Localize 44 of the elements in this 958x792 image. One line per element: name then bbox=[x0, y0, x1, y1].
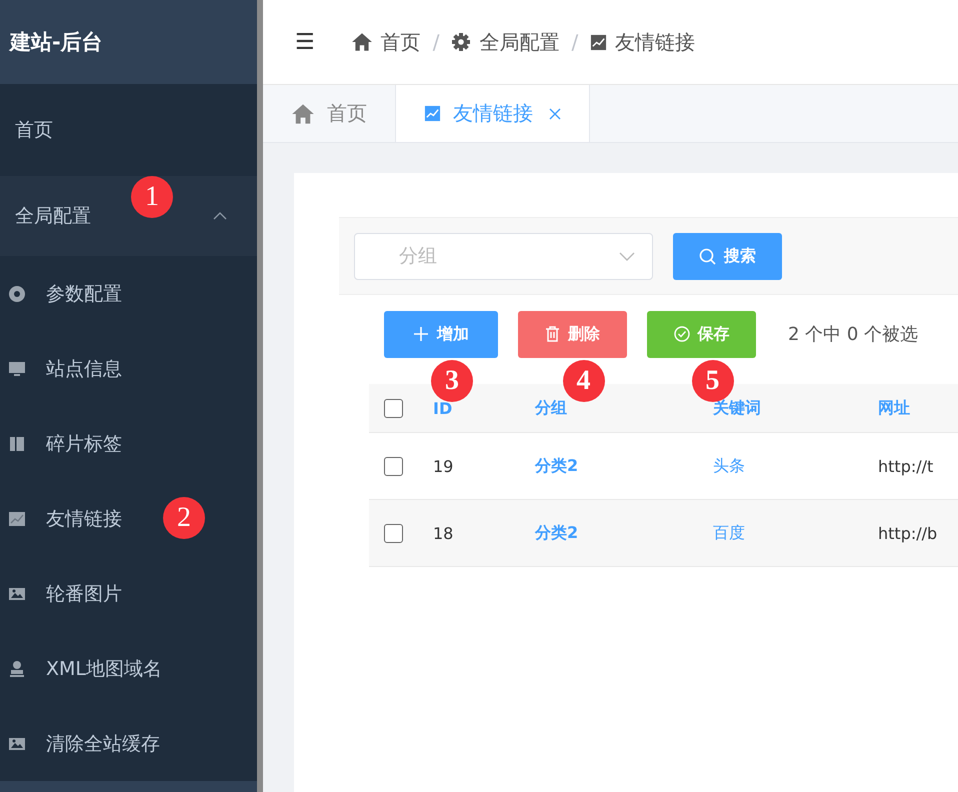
breadcrumb-item[interactable]: 友情链接 bbox=[615, 28, 696, 56]
tab-label: 首页 bbox=[327, 100, 367, 127]
chart-icon bbox=[424, 105, 441, 122]
breadcrumb-item[interactable]: 全局配置 bbox=[479, 28, 560, 56]
menu-icon[interactable]: ☰ bbox=[295, 30, 315, 54]
table-cell-text: http://b bbox=[878, 524, 938, 542]
table-cell-text: 19 bbox=[433, 456, 454, 476]
group-select[interactable]: 分组 bbox=[354, 232, 653, 280]
book-icon bbox=[8, 434, 26, 452]
table-cell-text: 分类2 bbox=[535, 456, 580, 476]
select-all-checkbox[interactable] bbox=[384, 398, 403, 418]
caret-icon bbox=[213, 211, 227, 221]
row-checkbox[interactable] bbox=[384, 456, 403, 476]
chart-icon bbox=[8, 510, 26, 528]
step-marker: 4 bbox=[562, 360, 604, 402]
search-icon bbox=[699, 248, 716, 264]
table-cell-text: 分类2 bbox=[535, 522, 580, 544]
user-icon bbox=[8, 660, 26, 678]
check-circle-icon bbox=[674, 326, 690, 342]
trash-icon bbox=[545, 326, 560, 342]
table-cell-text: 百度 bbox=[713, 522, 746, 544]
table-cell-text: http://t bbox=[878, 456, 934, 476]
breadcrumb-separator: / bbox=[432, 30, 440, 54]
close-icon[interactable] bbox=[549, 108, 561, 120]
table-cell-text: 头条 bbox=[713, 456, 746, 476]
app-title: 建站-后台 bbox=[10, 29, 103, 56]
home-icon bbox=[350, 31, 373, 53]
row-checkbox[interactable] bbox=[384, 524, 403, 542]
selection-count: 2 个中 0 个被选 bbox=[788, 323, 918, 346]
menu-group[interactable]: 全局配置 1 bbox=[0, 176, 257, 256]
step-marker: 3 bbox=[431, 360, 473, 402]
chart-icon bbox=[590, 34, 608, 50]
breadcrumb-separator: / bbox=[571, 30, 578, 54]
settings-icon bbox=[451, 32, 472, 52]
chevron-down-icon bbox=[619, 252, 635, 262]
tab-label: 友情链接 bbox=[453, 100, 533, 127]
step-marker: 1 bbox=[131, 176, 173, 218]
plus-icon bbox=[413, 326, 429, 342]
step-marker: 2 bbox=[163, 497, 205, 539]
table-cell-text: 18 bbox=[433, 524, 454, 542]
monitor-icon bbox=[8, 360, 26, 378]
disc-icon bbox=[8, 284, 26, 302]
home-icon bbox=[291, 102, 315, 126]
breadcrumb-item[interactable]: 首页 bbox=[380, 28, 421, 56]
